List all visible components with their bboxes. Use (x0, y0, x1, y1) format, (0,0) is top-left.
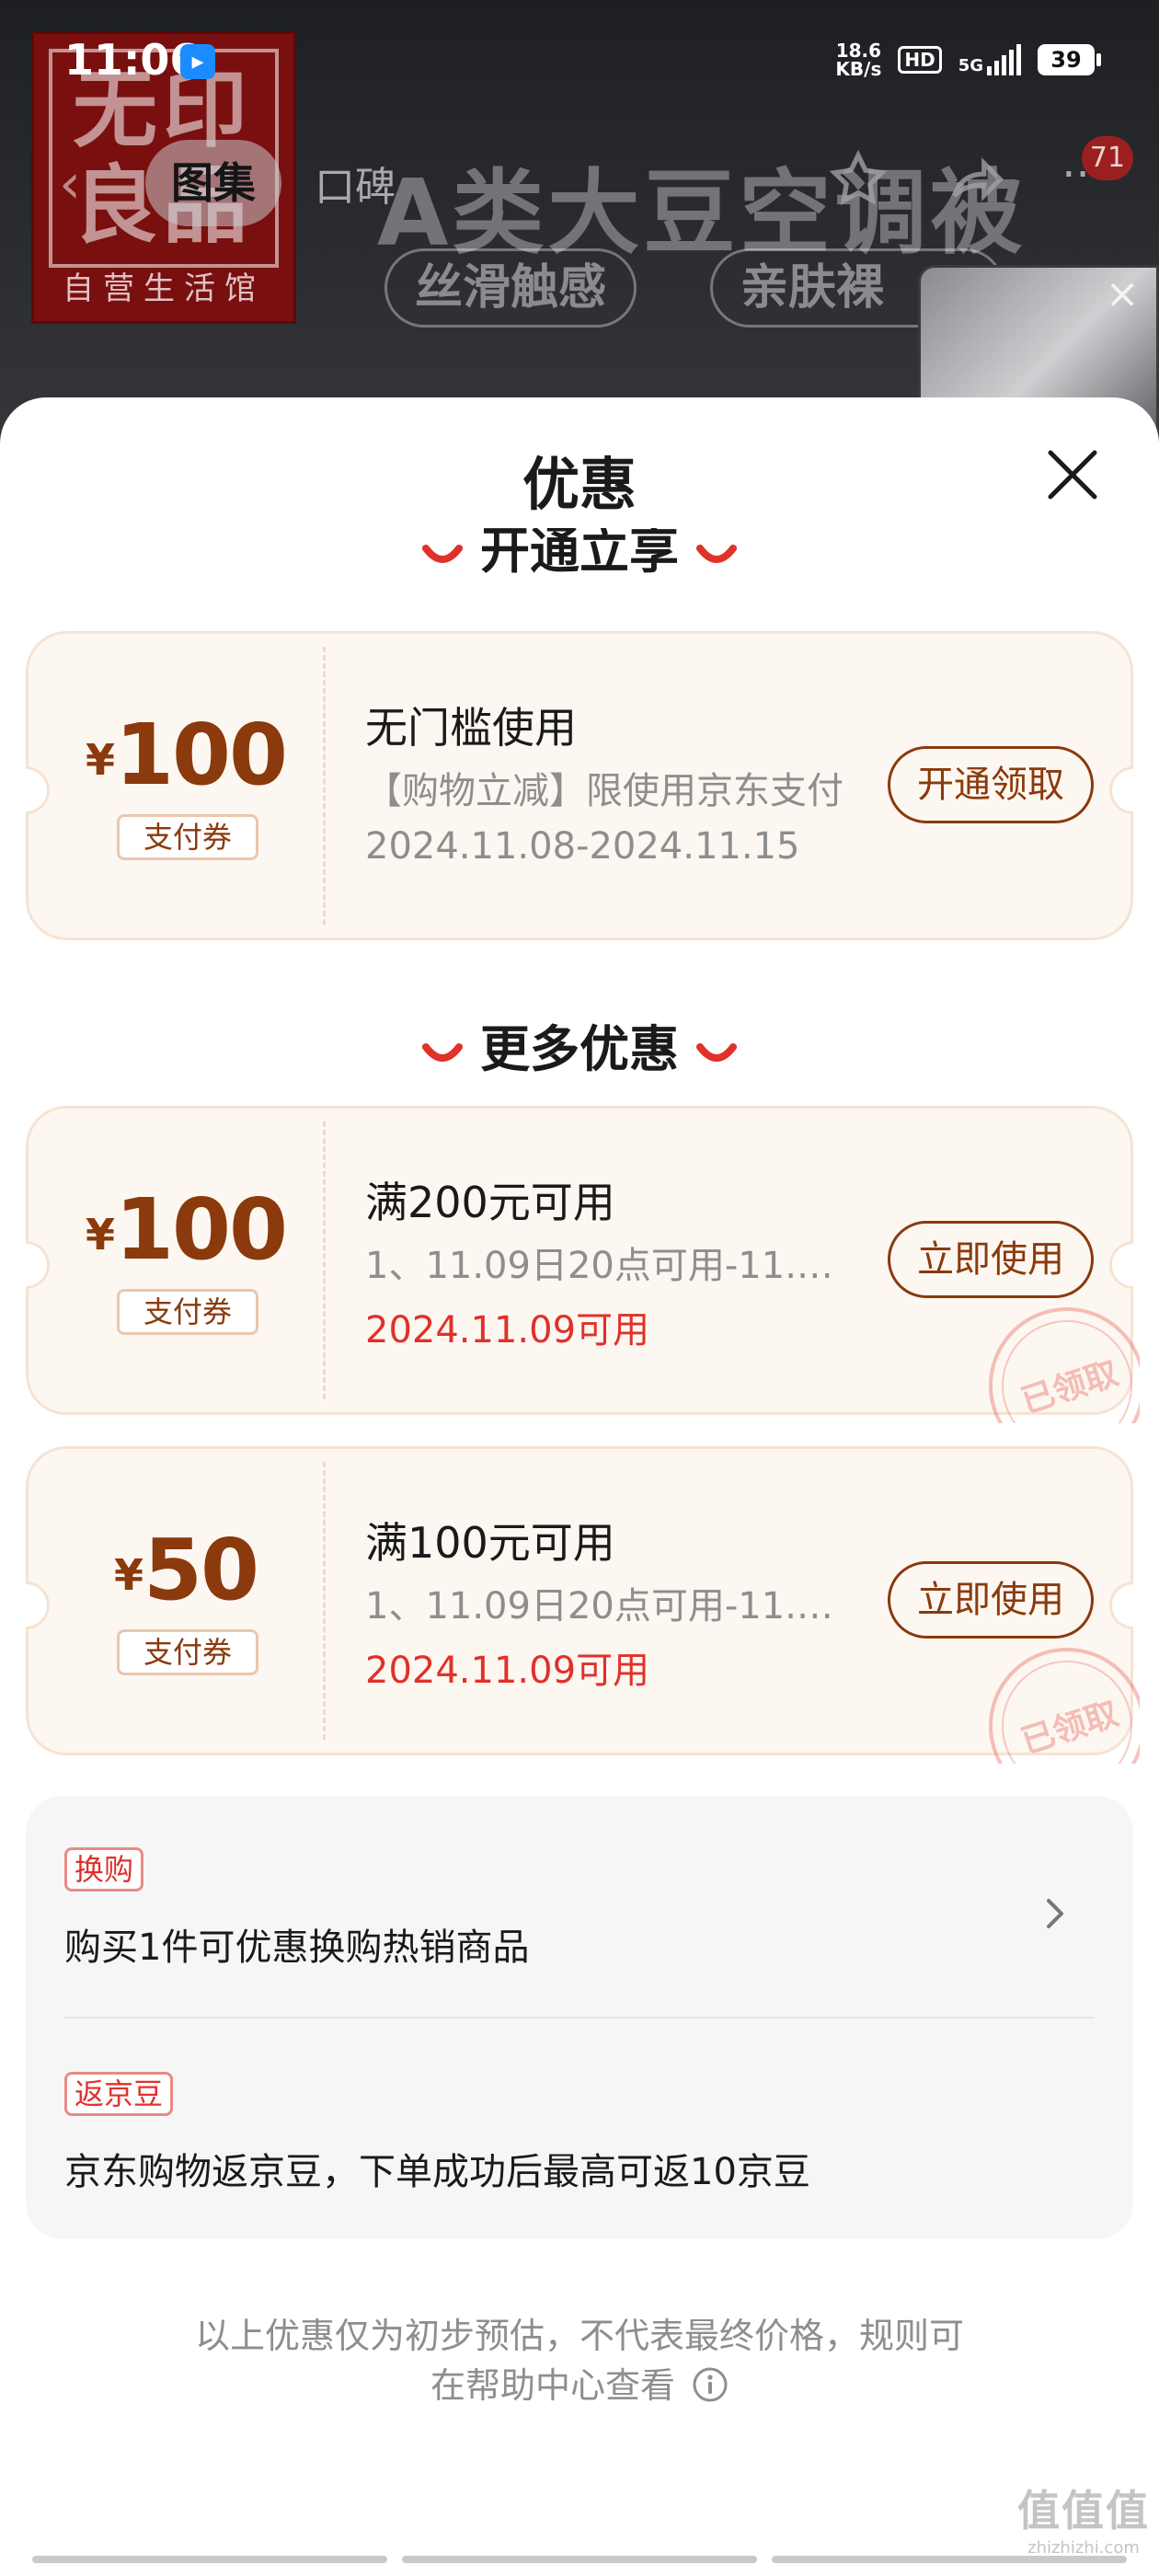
share-icon[interactable] (944, 147, 1008, 212)
coupon-title: 满200元可用 (365, 1178, 615, 1227)
jd-beans-text: 京东购物返京豆，下单成功后最高可返10京豆 (64, 2151, 810, 2193)
chevron-right-icon[interactable] (1041, 1895, 1069, 1932)
tab-gallery[interactable]: 图集 (145, 140, 281, 226)
coupon-validity: 2024.11.08-2024.11.15 (365, 825, 800, 868)
coupon-type-tag: 支付券 (117, 1289, 258, 1335)
coupon-card: ¥100 支付券 满200元可用 1、11.09日20点可用-11.11日 20… (26, 1106, 1140, 1423)
tab-reviews[interactable]: 口碑 (315, 154, 396, 213)
smile-accent-icon (695, 1043, 737, 1063)
coupon-amount: ¥50 (113, 1521, 259, 1619)
status-bar: 11:06 ▸ 18.6 KB/s HD 5G 39 (0, 0, 1159, 120)
trade-in-tag: 换购 (64, 1847, 144, 1892)
sheet-title: 优惠 (522, 451, 637, 518)
coupon-title: 无门槛使用 (365, 703, 577, 753)
battery-icon: 39 (1038, 44, 1101, 75)
coupon-amount: ¥100 (85, 706, 288, 804)
network-speed: 18.6 KB/s (835, 40, 882, 80)
product-nav-tabs: 图集 口碑 (145, 140, 396, 226)
coupon-title: 满100元可用 (365, 1518, 615, 1568)
smile-accent-icon (422, 545, 464, 564)
home-indicator (0, 2556, 1159, 2565)
coupon-validity: 2024.11.09可用 (365, 1650, 650, 1692)
coupon-description: 【购物立减】限使用京东支付 (365, 770, 843, 812)
coupon-description: 1、11.09日20点可用-11.11日 (365, 1245, 853, 1287)
coupon-type-tag: 支付券 (117, 1629, 258, 1675)
smile-accent-icon (422, 1043, 464, 1063)
disclaimer-note: 以上优惠仅为初步预估，不代表最终价格，规则可 在帮助中心查看 (194, 2316, 964, 2406)
notification-app-icon: ▸ (180, 44, 215, 79)
cellular-signal-icon: 5G (958, 44, 1021, 75)
section-header-more: 更多优惠 (0, 1008, 1159, 1081)
open-and-claim-button[interactable]: 开通领取 (888, 746, 1094, 823)
star-icon[interactable] (826, 147, 890, 212)
status-indicators: 18.6 KB/s HD 5G 39 (835, 37, 1101, 83)
coupon-amount: ¥100 (85, 1180, 288, 1279)
close-icon[interactable]: × (1096, 269, 1148, 320)
brand-logo-subtitle: 自营生活馆 (63, 270, 265, 307)
coupon-validity: 2024.11.09可用 (365, 1309, 650, 1351)
jd-beans-tag: 返京豆 (64, 2072, 174, 2116)
claimed-stamp: 已领取 (983, 1304, 1140, 1423)
use-now-button[interactable]: 立即使用 (888, 1221, 1094, 1298)
banner-tag: 丝滑触感 (384, 248, 637, 328)
hd-icon: HD (898, 46, 942, 74)
coupon-type-tag: 支付券 (117, 814, 258, 860)
claimed-stamp: 已领取 (983, 1644, 1140, 1764)
smile-accent-icon (695, 545, 737, 564)
info-icon[interactable] (692, 2366, 729, 2403)
close-icon[interactable] (1045, 447, 1100, 502)
coupon-card: ¥100 支付券 无门槛使用 【购物立减】限使用京东支付 2024.11.08-… (26, 631, 1133, 940)
extra-offers-card: 换购 购买1件可优惠换购热销商品 返京豆 京东购物返京豆，下单成功后最高可返10… (26, 1796, 1133, 2239)
offers-bottom-sheet: 优惠 开通立享 ¥100 支付券 无门槛使用 【购物立减】限使用京东支付 202… (0, 397, 1159, 2576)
use-now-button[interactable]: 立即使用 (888, 1561, 1094, 1639)
site-watermark: 值值值 zhizhizhi.com (1017, 2486, 1150, 2558)
nav-actions: ··· (826, 147, 1104, 212)
back-chevron-icon[interactable]: ‹ (59, 156, 96, 212)
cart-count-badge: 71 (1082, 136, 1133, 180)
section-header-open: 开通立享 (0, 528, 1159, 574)
divider (64, 2017, 1095, 2018)
coupon-card: ¥50 支付券 满100元可用 1、11.09日20点可用-11.11日 202… (26, 1446, 1140, 1764)
status-time: 11:06 (64, 35, 200, 85)
trade-in-text: 购买1件可优惠换购热销商品 (64, 1926, 530, 1969)
coupon-description: 1、11.09日20点可用-11.11日 (365, 1585, 853, 1627)
